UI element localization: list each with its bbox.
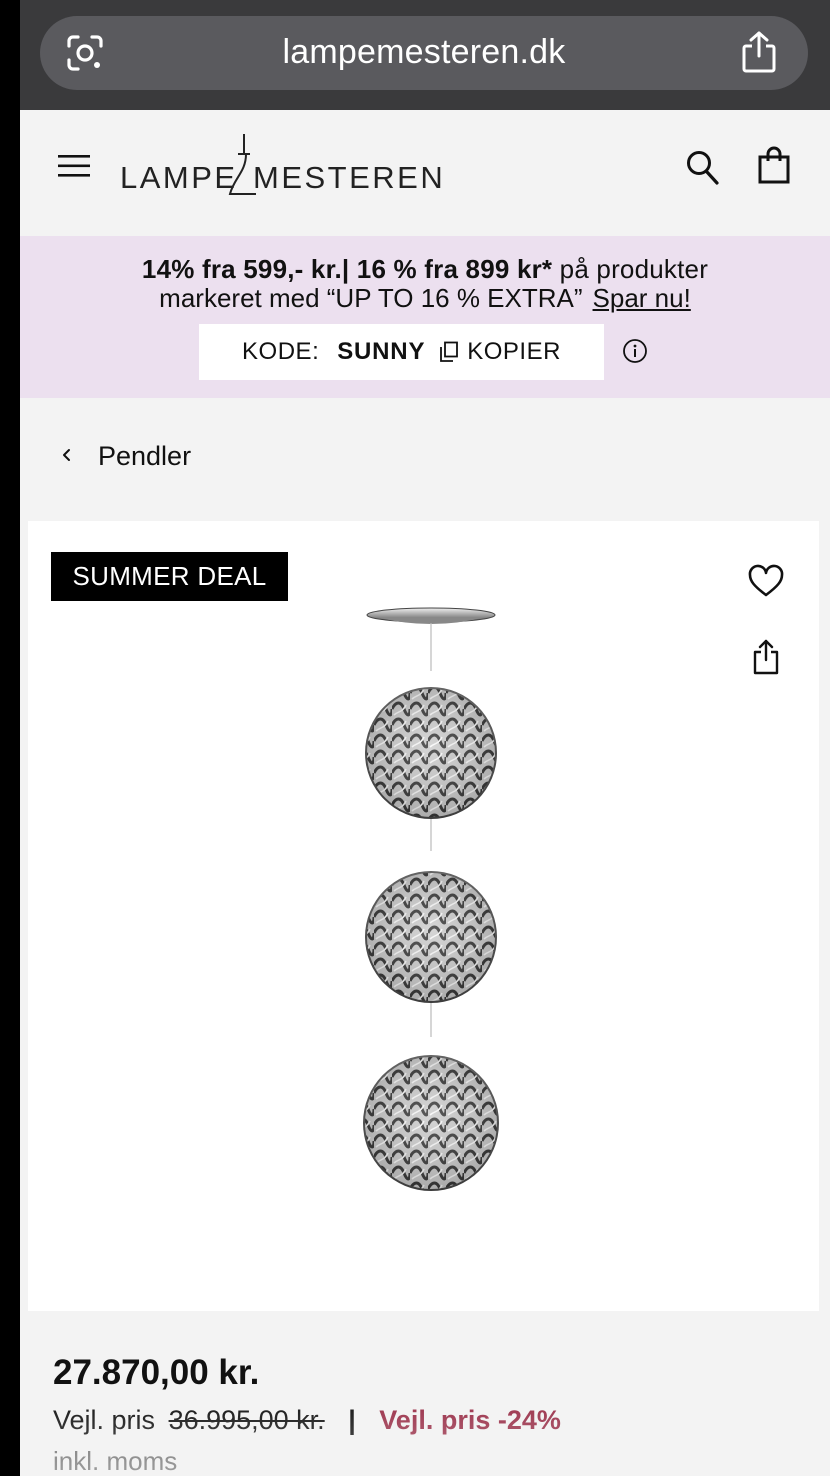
url-text[interactable]: lampemesteren.dk — [40, 33, 808, 72]
discount-code-box[interactable]: KODE: SUNNY KOPIER — [199, 324, 604, 380]
address-bar[interactable]: lampemesteren.dk — [40, 16, 808, 90]
code-label: KODE: — [242, 338, 320, 365]
copy-button[interactable]: KOPIER — [467, 338, 561, 366]
heart-icon[interactable] — [748, 564, 784, 598]
promo-banner: 14% fra 599,- kr.| 16 % fra 899 kr* på p… — [20, 236, 830, 398]
discount-label: Vejl. pris -24% — [379, 1405, 561, 1435]
menu-icon[interactable] — [58, 154, 90, 178]
promo-line-1: 14% fra 599,- kr.| 16 % fra 899 kr* på p… — [20, 254, 830, 285]
pendant-lamp-image[interactable] — [356, 605, 506, 1225]
browser-bar: lampemesteren.dk — [20, 0, 830, 110]
price-section: 27.870,00 kr. Vejl. pris 36.995,00 kr. |… — [20, 1312, 830, 1476]
copy-icon[interactable] — [439, 341, 459, 363]
phone-screen: lampemesteren.dk LAMPE MESTEREN 14% fra … — [20, 0, 830, 1476]
promo-link[interactable]: Spar nu! — [593, 283, 691, 313]
logo-text-left: LAMPE — [120, 160, 238, 195]
share-icon[interactable] — [752, 639, 780, 675]
price-separator: | — [348, 1405, 356, 1435]
product-price: 27.870,00 kr. — [53, 1353, 260, 1392]
promo-line2-text: markeret med “UP TO 16 % EXTRA” — [159, 283, 583, 313]
logo-text-right: MESTEREN — [253, 160, 446, 195]
breadcrumb: Pendler — [20, 398, 830, 520]
rrp-label: Vejl. pris — [53, 1405, 156, 1435]
site-header: LAMPE MESTEREN — [20, 110, 830, 236]
promo-bold-text: 14% fra 599,- kr.| 16 % fra 899 kr* — [141, 254, 553, 284]
deal-badge: SUMMER DEAL — [51, 552, 288, 601]
site-logo[interactable]: LAMPE MESTEREN — [120, 134, 443, 198]
promo-text: på produkter — [552, 254, 709, 284]
vat-note: inkl. moms — [53, 1446, 178, 1476]
chevron-left-icon[interactable] — [60, 446, 74, 464]
bag-icon[interactable] — [758, 146, 790, 184]
breadcrumb-pendler[interactable]: Pendler — [98, 441, 191, 472]
info-icon[interactable] — [622, 338, 648, 364]
rrp-line: Vejl. pris 36.995,00 kr. | Vejl. pris -2… — [53, 1405, 561, 1436]
share-icon[interactable] — [740, 30, 778, 74]
promo-line-2: markeret med “UP TO 16 % EXTRA” Spar nu! — [20, 283, 830, 314]
rrp-value: 36.995,00 kr. — [168, 1405, 325, 1435]
product-image-card: SUMMER DEAL — [28, 521, 819, 1311]
left-edge — [0, 0, 20, 1476]
search-icon[interactable] — [686, 150, 720, 186]
code-value: SUNNY — [337, 338, 426, 365]
